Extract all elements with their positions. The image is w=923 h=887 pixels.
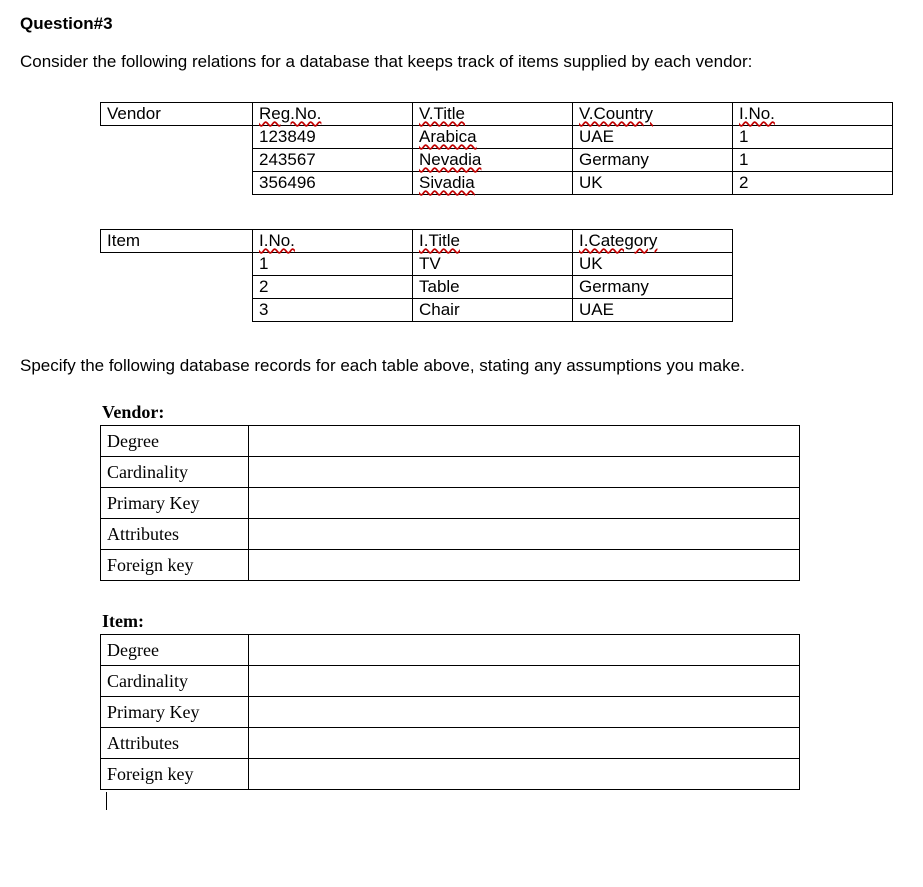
table-header-row: Vendor Reg.No. V.Title V.Country I.No. xyxy=(101,103,893,126)
col-header: V.Country xyxy=(573,103,733,126)
table-row: 123849 Arabica UAE 1 xyxy=(101,126,893,149)
col-header: I.Category xyxy=(573,230,733,253)
cell: Sivadia xyxy=(413,172,573,195)
cell: 3 xyxy=(253,299,413,322)
cell: TV xyxy=(413,253,573,276)
col-header: I.No. xyxy=(253,230,413,253)
answer-cell[interactable] xyxy=(249,550,800,581)
answer-cell[interactable] xyxy=(249,728,800,759)
cell: Table xyxy=(413,276,573,299)
item-table: Item I.No. I.Title I.Category 1 TV UK 2 … xyxy=(100,229,733,322)
answer-cell[interactable] xyxy=(249,697,800,728)
cell: Germany xyxy=(573,276,733,299)
row-label: Primary Key xyxy=(101,488,249,519)
cell: Nevadia xyxy=(413,149,573,172)
row-label: Degree xyxy=(101,426,249,457)
col-header: I.No. xyxy=(733,103,893,126)
row-label: Primary Key xyxy=(101,697,249,728)
row-label: Attributes xyxy=(101,519,249,550)
table-row: Primary Key xyxy=(101,697,800,728)
vendor-answer-title: Vendor: xyxy=(100,402,903,423)
vendor-answer-block: Vendor: Degree Cardinality Primary Key A… xyxy=(100,402,903,581)
table-row: Foreign key xyxy=(101,759,800,790)
answer-cell[interactable] xyxy=(249,488,800,519)
table-row: Primary Key xyxy=(101,488,800,519)
item-answer-title: Item: xyxy=(100,611,903,632)
item-answer-block: Item: Degree Cardinality Primary Key Att… xyxy=(100,611,903,810)
item-relation: Item I.No. I.Title I.Category 1 TV UK 2 … xyxy=(100,229,903,322)
answer-cell[interactable] xyxy=(249,759,800,790)
cell: Chair xyxy=(413,299,573,322)
table-row: Attributes xyxy=(101,728,800,759)
vendor-table: Vendor Reg.No. V.Title V.Country I.No. 1… xyxy=(100,102,893,195)
col-header: V.Title xyxy=(413,103,573,126)
row-label: Cardinality xyxy=(101,457,249,488)
table-row: 1 TV UK xyxy=(101,253,733,276)
question-heading: Question#3 xyxy=(20,14,903,34)
cell: UK xyxy=(573,172,733,195)
table-row: Cardinality xyxy=(101,666,800,697)
cell: 123849 xyxy=(253,126,413,149)
table-row: Cardinality xyxy=(101,457,800,488)
table-row: Degree xyxy=(101,426,800,457)
answer-cell[interactable] xyxy=(249,457,800,488)
cell: 2 xyxy=(733,172,893,195)
table-header-row: Item I.No. I.Title I.Category xyxy=(101,230,733,253)
cell: 2 xyxy=(253,276,413,299)
cell: UAE xyxy=(573,299,733,322)
text-cursor-icon xyxy=(106,792,107,810)
col-header: I.Title xyxy=(413,230,573,253)
cell: 356496 xyxy=(253,172,413,195)
relation-label: Vendor xyxy=(101,103,253,126)
row-label: Degree xyxy=(101,635,249,666)
row-label: Foreign key xyxy=(101,550,249,581)
intro-text: Consider the following relations for a d… xyxy=(20,52,903,72)
item-answer-table: Degree Cardinality Primary Key Attribute… xyxy=(100,634,800,790)
col-header: Reg.No. xyxy=(253,103,413,126)
cell: Germany xyxy=(573,149,733,172)
cell: 1 xyxy=(733,126,893,149)
row-label: Cardinality xyxy=(101,666,249,697)
row-label: Foreign key xyxy=(101,759,249,790)
cell: 243567 xyxy=(253,149,413,172)
cell: UK xyxy=(573,253,733,276)
row-label: Attributes xyxy=(101,728,249,759)
answer-cell[interactable] xyxy=(249,666,800,697)
cell: 1 xyxy=(733,149,893,172)
vendor-answer-table: Degree Cardinality Primary Key Attribute… xyxy=(100,425,800,581)
answer-cell[interactable] xyxy=(249,635,800,666)
cell: UAE xyxy=(573,126,733,149)
table-row: Foreign key xyxy=(101,550,800,581)
answer-cell[interactable] xyxy=(249,426,800,457)
table-row: Degree xyxy=(101,635,800,666)
table-row: Attributes xyxy=(101,519,800,550)
answer-cell[interactable] xyxy=(249,519,800,550)
relation-label: Item xyxy=(101,230,253,253)
vendor-relation: Vendor Reg.No. V.Title V.Country I.No. 1… xyxy=(100,102,903,195)
cell: 1 xyxy=(253,253,413,276)
instruction-text: Specify the following database records f… xyxy=(20,356,903,376)
cell: Arabica xyxy=(413,126,573,149)
